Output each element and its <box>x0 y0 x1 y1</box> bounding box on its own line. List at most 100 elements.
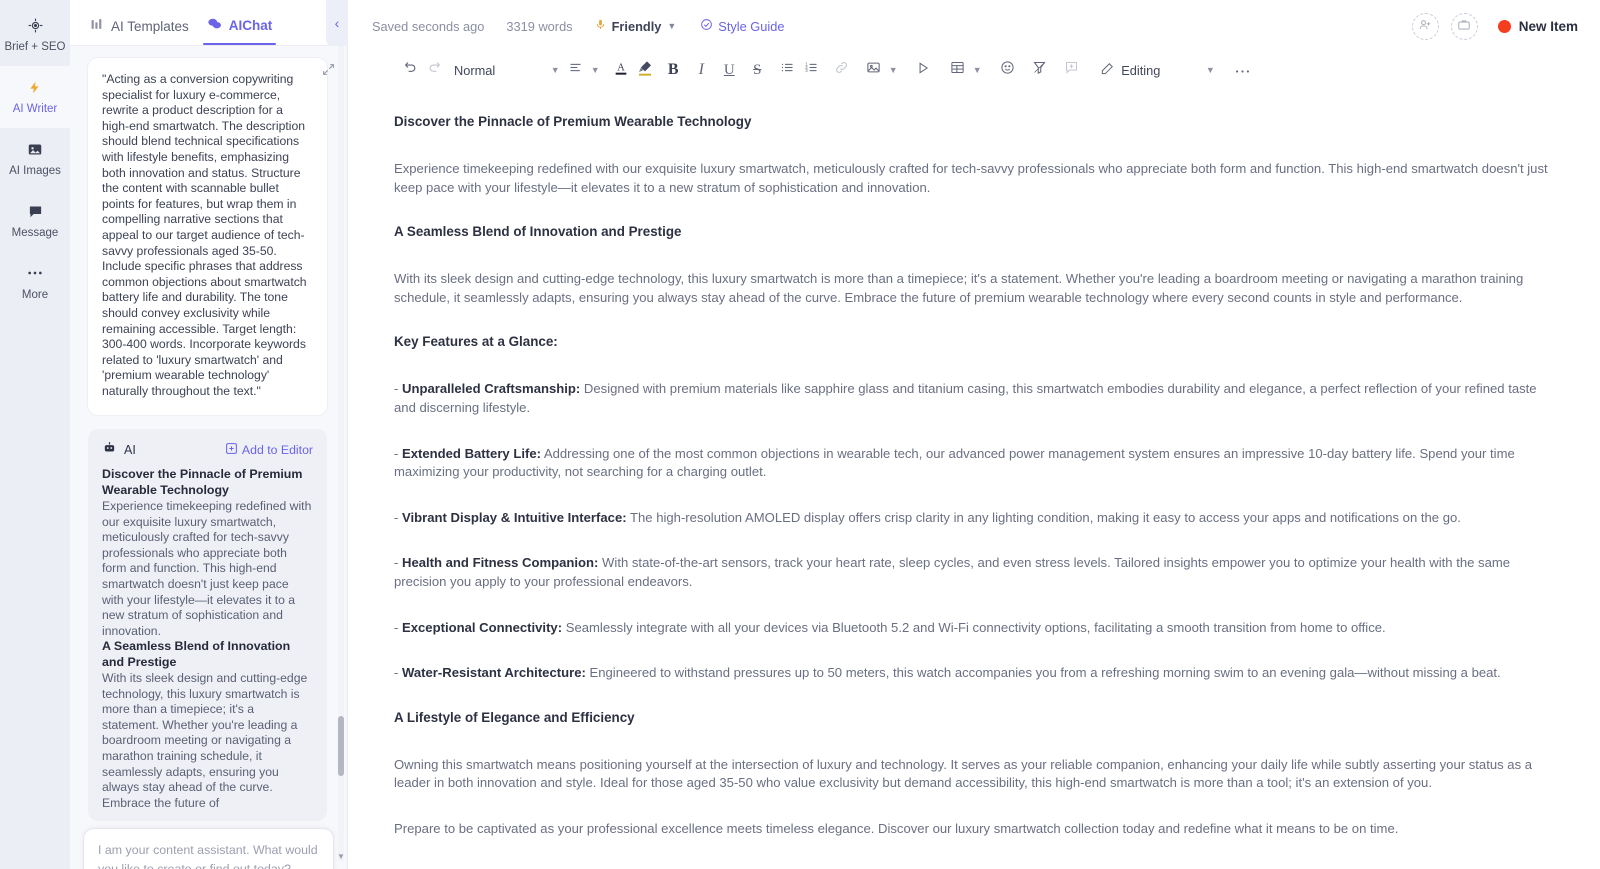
feature-text: The high-resolution AMOLED display offer… <box>626 509 1461 525</box>
ai-author: AI <box>102 441 136 458</box>
app-root: Brief + SEO AI Writer AI Images Message … <box>0 0 1600 869</box>
tab-ai-templates[interactable]: AI Templates <box>84 18 201 45</box>
italic-button[interactable]: I <box>689 57 713 83</box>
document-section-1-body: With its sleek design and cutting-edge t… <box>394 271 1524 305</box>
image-icon <box>27 140 43 158</box>
add-comment-button[interactable] <box>1059 57 1083 83</box>
sidebar-item-ai-images[interactable]: AI Images <box>0 128 70 190</box>
image-caret[interactable]: ▼ <box>885 57 901 83</box>
align-caret[interactable]: ▼ <box>587 57 603 83</box>
document-title: Discover the Pinnacle of Premium Wearabl… <box>394 114 752 129</box>
insert-video-button[interactable] <box>911 57 935 83</box>
add-to-editor-button[interactable]: Add to Editor <box>225 442 313 458</box>
table-caret[interactable]: ▼ <box>969 57 985 83</box>
expand-icon[interactable] <box>322 63 335 81</box>
feature-label: Vibrant Display & Intuitive Interface: <box>402 509 627 525</box>
document-intro-paragraph: Experience timekeeping redefined with ou… <box>394 161 1548 195</box>
insert-table-button[interactable] <box>945 57 969 83</box>
font-color-button[interactable]: A <box>609 57 633 83</box>
collapse-panel-button[interactable]: ‹ <box>326 0 348 46</box>
sidebar-item-brief-seo[interactable]: Brief + SEO <box>0 4 70 66</box>
chevron-down-icon: ▼ <box>888 65 898 75</box>
chat-scrollbar[interactable]: ▲ ▼ <box>337 36 345 861</box>
chevron-down-icon: ▼ <box>667 21 677 31</box>
document-section-2-body: Owning this smartwatch means positioning… <box>394 756 1533 791</box>
scroll-down-arrow-icon[interactable]: ▼ <box>337 852 345 861</box>
paragraph-style-select[interactable]: Normal <box>446 57 503 83</box>
chevron-down-icon: ▼ <box>590 65 600 75</box>
numbered-list-button[interactable]: 1 2 3 <box>799 57 823 83</box>
underline-button[interactable]: U <box>717 57 741 83</box>
redo-button[interactable] <box>422 57 446 83</box>
editing-mode-button[interactable]: Editing <box>1095 57 1166 83</box>
svg-text:A: A <box>617 62 625 73</box>
ai-response-heading-2: A Seamless Blend of Innovation and Prest… <box>102 639 291 670</box>
tab-ai-chat[interactable]: AIChat <box>201 17 285 45</box>
style-guide-label: Style Guide <box>718 18 785 34</box>
strikethrough-icon: S <box>753 61 762 78</box>
document-canvas[interactable]: Discover the Pinnacle of Premium Wearabl… <box>348 88 1600 869</box>
media-library-button[interactable] <box>1450 12 1478 40</box>
link-icon <box>834 60 849 80</box>
tone-label: Friendly <box>611 18 662 34</box>
feature-bullet: - <box>394 555 402 571</box>
chevron-down-icon: ▼ <box>1205 65 1215 75</box>
document-feature-item: - Health and Fitness Companion: With sta… <box>394 554 1554 591</box>
new-item-button[interactable]: New Item <box>1497 19 1578 34</box>
align-left-icon <box>568 60 583 80</box>
chevron-down-icon: ▼ <box>972 65 982 75</box>
redo-icon <box>427 60 442 80</box>
document-feature-item: - Unparalleled Craftsmanship: Designed w… <box>394 380 1554 417</box>
table-icon <box>950 60 965 80</box>
toolbar-overflow-button[interactable] <box>1230 57 1254 83</box>
svg-text:3: 3 <box>805 68 808 73</box>
chat-input-placeholder: I am your content assistant. What would … <box>98 843 318 869</box>
status-dot <box>1497 19 1511 33</box>
add-comment-icon <box>1064 60 1079 80</box>
font-color-icon: A <box>613 59 629 82</box>
microphone-icon <box>595 17 606 35</box>
insert-image-button[interactable] <box>861 57 885 83</box>
word-count: 3319 words <box>506 18 573 34</box>
ellipsis-icon <box>1235 61 1250 79</box>
scrollbar-thumb[interactable] <box>338 716 344 776</box>
undo-icon <box>403 60 418 80</box>
chat-input-box[interactable]: I am your content assistant. What would … <box>84 829 333 869</box>
invite-collaborator-button[interactable] <box>1411 12 1439 40</box>
document-feature-item: - Extended Battery Life: Addressing one … <box>394 445 1554 482</box>
sidebar-item-message[interactable]: Message <box>0 190 70 252</box>
link-button[interactable] <box>829 57 853 83</box>
strikethrough-button[interactable]: S <box>745 57 769 83</box>
underline-icon: U <box>723 61 735 78</box>
feature-text: Engineered to withstand pressures up to … <box>585 665 1501 681</box>
sidebar-item-more[interactable]: More <box>0 252 70 314</box>
chat-message-list: "Acting as a conversion copywriting spec… <box>70 46 347 869</box>
align-button[interactable] <box>563 57 587 83</box>
chat-tab-bar: AI Templates AIChat <box>70 0 347 46</box>
bold-button[interactable]: B <box>661 57 685 83</box>
emoji-button[interactable] <box>995 57 1019 83</box>
undo-button[interactable] <box>398 57 422 83</box>
feature-label: Exceptional Connectivity: <box>402 619 563 635</box>
editing-mode-caret[interactable]: ▼ <box>1202 57 1218 83</box>
left-nav-rail: Brief + SEO AI Writer AI Images Message … <box>0 0 70 869</box>
feature-bullet: - <box>394 665 402 681</box>
highlight-button[interactable] <box>633 57 657 83</box>
feature-label: Extended Battery Life: <box>402 445 541 461</box>
tab-label-ai-templates: AI Templates <box>111 18 189 34</box>
bullet-list-button[interactable] <box>775 57 799 83</box>
sidebar-label-ai-images: AI Images <box>9 165 61 178</box>
paragraph-style-caret[interactable]: ▼ <box>547 57 563 83</box>
ai-response-header: AI Add to Editor <box>102 441 313 458</box>
style-guide-button[interactable]: Style Guide <box>700 18 784 34</box>
tone-selector[interactable]: Friendly ▼ <box>595 17 677 35</box>
clear-formatting-button[interactable] <box>1027 57 1051 83</box>
document-closing-paragraph: Prepare to be captivated as your profess… <box>394 820 1399 836</box>
bullet-list-icon <box>780 60 795 80</box>
ellipsis-icon <box>27 264 43 282</box>
pencil-icon <box>1100 62 1114 79</box>
sidebar-item-ai-writer[interactable]: AI Writer <box>0 66 70 128</box>
italic-icon: I <box>698 61 704 78</box>
ai-response-heading-1: Discover the Pinnacle of Premium Wearabl… <box>102 467 303 498</box>
editor-pane: Saved seconds ago 3319 words Friendly ▼ <box>348 0 1600 869</box>
